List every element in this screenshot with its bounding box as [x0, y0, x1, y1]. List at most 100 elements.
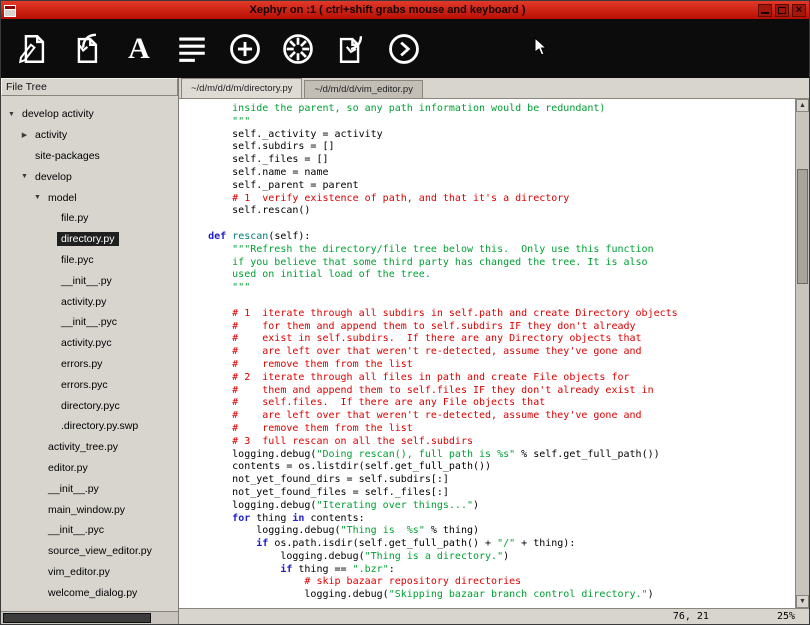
tree-item-errors-py[interactable]: errors.py: [1, 354, 178, 375]
code-line: # 1 iterate through all subdirs in self.…: [184, 308, 795, 321]
zoom-in-icon: [228, 32, 262, 66]
tree-item-init-py[interactable]: __init__.py: [1, 478, 178, 499]
tree-item-directory-pyc[interactable]: directory.pyc: [1, 395, 178, 416]
tree-item-source-view-editor-py[interactable]: source_view_editor.py: [1, 541, 178, 562]
tree-item-editor-py[interactable]: editor.py: [1, 458, 178, 479]
code-line: # remove them from the list: [184, 359, 795, 372]
xephyr-window: Xephyr on :1 ( ctrl+shift grabs mouse an…: [0, 0, 810, 625]
save-document-icon: [334, 32, 368, 66]
tree-item-directory-py-swp[interactable]: .directory.py.swp: [1, 416, 178, 437]
tree-item-main-window-py[interactable]: main_window.py: [1, 499, 178, 520]
tree-item-errors-pyc[interactable]: errors.pyc: [1, 374, 178, 395]
tree-expander-icon[interactable]: ▶: [18, 131, 31, 139]
code-line: self._activity = activity: [184, 129, 795, 142]
code-line: # for them and append them to self.subdi…: [184, 321, 795, 334]
minimize-button[interactable]: [758, 4, 772, 17]
tab-vim-editor-py[interactable]: ~/d/m/d/d/vim_editor.py: [304, 80, 422, 98]
window-title: Xephyr on :1 ( ctrl+shift grabs mouse an…: [20, 4, 755, 16]
code-line: """: [184, 116, 795, 129]
tree-item-activity-py[interactable]: activity.py: [1, 291, 178, 312]
code-line: self.subdirs = []: [184, 141, 795, 154]
scroll-down-button[interactable]: ▼: [796, 595, 809, 608]
file-tree-header[interactable]: File Tree: [1, 78, 178, 96]
file-tree[interactable]: ▼develop activity▶activitysite-packages▼…: [1, 96, 178, 611]
tree-item-file-pyc[interactable]: file.pyc: [1, 250, 178, 271]
close-button[interactable]: ×: [792, 4, 806, 17]
tree-expander-icon[interactable]: ▼: [18, 173, 31, 180]
code-line: [184, 295, 795, 308]
tree-item-file-py[interactable]: file.py: [1, 208, 178, 229]
tree-item-label: activity.pyc: [57, 336, 116, 350]
code-line: if thing == ".bzr":: [184, 564, 795, 577]
tree-item-develop-activity[interactable]: ▼develop activity: [1, 104, 178, 125]
zoom-in-button[interactable]: [223, 27, 267, 71]
titlebar[interactable]: Xephyr on :1 ( ctrl+shift grabs mouse an…: [1, 1, 809, 19]
tree-item-label: activity.py: [57, 295, 110, 309]
tree-item-vim-editor-py[interactable]: vim_editor.py: [1, 562, 178, 583]
editor-vertical-scrollbar[interactable]: ▲ ▼: [795, 99, 809, 608]
scroll-percent: 25%: [777, 611, 795, 622]
scroll-up-button[interactable]: ▲: [796, 99, 809, 112]
code-line: # 1 verify existence of path, and that i…: [184, 193, 795, 206]
tree-item-welcome-dialog-py[interactable]: welcome_dialog.py: [1, 582, 178, 603]
new-document-icon: [16, 32, 50, 66]
code-line: logging.debug("Thing is a directory."): [184, 551, 795, 564]
tree-item-label: welcome_dialog.py: [44, 586, 141, 600]
tree-item-directory-py[interactable]: directory.py: [1, 229, 178, 250]
code-line: # exist in self.subdirs. If there are an…: [184, 333, 795, 346]
justify-lines-icon: [175, 32, 209, 66]
tree-item-activity-tree-py[interactable]: activity_tree.py: [1, 437, 178, 458]
editor-pane: ~/d/m/d/d/m/directory.py ~/d/m/d/d/vim_e…: [179, 78, 809, 624]
font-icon: A: [128, 34, 150, 64]
tree-item-activity[interactable]: ▶activity: [1, 125, 178, 146]
code-line: for thing in contents:: [184, 513, 795, 526]
font-button[interactable]: A: [117, 27, 161, 71]
tree-item-init-py[interactable]: __init__.py: [1, 270, 178, 291]
save-document-button[interactable]: [329, 27, 373, 71]
tree-item-label: site-packages: [31, 149, 104, 163]
code-line: logging.debug("Iterating over things..."…: [184, 500, 795, 513]
new-document-button[interactable]: [11, 27, 55, 71]
editor-vscroll-thumb[interactable]: [797, 169, 808, 284]
tree-item-label: develop: [31, 170, 76, 184]
code-line: # them and append them to self.files IF …: [184, 385, 795, 398]
tree-item-site-packages[interactable]: site-packages: [1, 146, 178, 167]
code-line: used on initial load of the tree.: [184, 269, 795, 282]
code-line: # are left over that weren't re-detected…: [184, 410, 795, 423]
code-line: self.name = name: [184, 167, 795, 180]
tree-item-label: editor.py: [44, 461, 92, 475]
sidebar-hscroll-thumb[interactable]: [3, 613, 151, 623]
tree-expander-icon[interactable]: ▼: [5, 111, 18, 118]
code-line: # remove them from the list: [184, 423, 795, 436]
tree-item-label: __init__.py: [44, 482, 103, 496]
tree-item-label: main_window.py: [44, 503, 129, 517]
code-line: """: [184, 282, 795, 295]
run-icon: [387, 32, 421, 66]
tree-item-label: file.pyc: [57, 253, 98, 267]
maximize-button[interactable]: [775, 4, 789, 17]
tree-item-label: errors.pyc: [57, 378, 112, 392]
tab-label: ~/d/m/d/d/m/directory.py: [191, 83, 292, 94]
tree-item-label: directory.pyc: [57, 399, 124, 413]
tree-expander-icon[interactable]: ▼: [31, 194, 44, 201]
arrow-down-icon: ▼: [799, 598, 806, 605]
tree-item-label: __init__.pyc: [44, 523, 108, 537]
settings-wheel-button[interactable]: [276, 27, 320, 71]
code-area[interactable]: inside the parent, so any path informati…: [179, 99, 795, 608]
open-document-button[interactable]: [64, 27, 108, 71]
tree-item-label: develop activity: [18, 107, 98, 121]
tab-directory-py[interactable]: ~/d/m/d/d/m/directory.py: [181, 78, 302, 98]
tree-item-init-pyc[interactable]: __init__.pyc: [1, 520, 178, 541]
tree-item-develop[interactable]: ▼develop: [1, 166, 178, 187]
code-line: # self.files. If there are any File obje…: [184, 397, 795, 410]
tree-item-model[interactable]: ▼model: [1, 187, 178, 208]
code-line: def rescan(self):: [184, 231, 795, 244]
tree-item-init-pyc[interactable]: __init__.pyc: [1, 312, 178, 333]
tree-item-label: __init__.py: [57, 274, 116, 288]
run-button[interactable]: [382, 27, 426, 71]
justify-lines-button[interactable]: [170, 27, 214, 71]
tree-item-label: model: [44, 191, 81, 205]
code-line: self._parent = parent: [184, 180, 795, 193]
tree-item-activity-pyc[interactable]: activity.pyc: [1, 333, 178, 354]
sidebar-horizontal-scrollbar[interactable]: [1, 611, 178, 624]
